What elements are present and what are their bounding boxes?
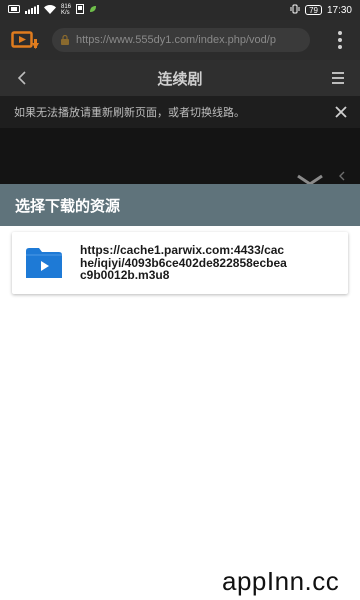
more-options-icon[interactable] — [330, 28, 350, 52]
download-source-url: https://cache1.parwix.com:4433/cache/iqi… — [80, 242, 287, 283]
sim-card-icon — [8, 5, 20, 15]
video-player[interactable] — [0, 128, 360, 184]
network-speed: 816 K/s — [61, 4, 71, 16]
sheet-title-text: 选择下载的资源 — [15, 197, 121, 215]
playback-notice: 如果无法播放请重新刷新页面，或者切换线路。 — [0, 96, 360, 128]
menu-icon[interactable] — [316, 60, 360, 96]
page-header: 连续剧 — [0, 60, 360, 96]
browser-toolbar: https://www.555dy1.com/index.php/vod/p — [0, 20, 360, 60]
address-bar[interactable]: https://www.555dy1.com/index.php/vod/p — [52, 28, 310, 52]
video-file-icon — [22, 241, 66, 285]
lock-icon — [60, 35, 70, 45]
download-source-item[interactable]: https://cache1.parwix.com:4433/cache/iqi… — [12, 232, 348, 294]
download-sheet-title: 选择下载的资源 — [0, 184, 360, 226]
watermark: appInn.cc — [222, 566, 340, 596]
tv-logo-icon[interactable] — [10, 30, 40, 50]
leaf-icon — [89, 5, 97, 15]
wifi-icon — [44, 4, 56, 16]
network-speed-unit: K/s — [61, 10, 70, 16]
close-icon[interactable] — [322, 96, 360, 128]
chevron-left-icon — [338, 168, 346, 184]
status-time: 17:30 — [326, 4, 352, 16]
download-sheet: https://cache1.parwix.com:4433/cache/iqi… — [0, 226, 360, 600]
battery-indicator: 79 — [305, 5, 322, 15]
status-bar: 816 K/s 79 17:30 — [0, 0, 360, 20]
chevron-down-icon — [296, 170, 324, 184]
page-title: 连续剧 — [157, 70, 203, 88]
status-right: 79 17:30 — [290, 4, 352, 16]
vibrate-icon — [290, 4, 300, 16]
chevron-left-icon — [17, 71, 26, 85]
address-bar-url: https://www.555dy1.com/index.php/vod/p — [76, 34, 276, 46]
notification-icon — [76, 4, 85, 16]
notice-text: 如果无法播放请重新刷新页面，或者切换线路。 — [14, 107, 245, 119]
signal-icon — [25, 4, 39, 16]
back-button[interactable] — [0, 60, 44, 96]
status-left: 816 K/s — [8, 4, 97, 16]
